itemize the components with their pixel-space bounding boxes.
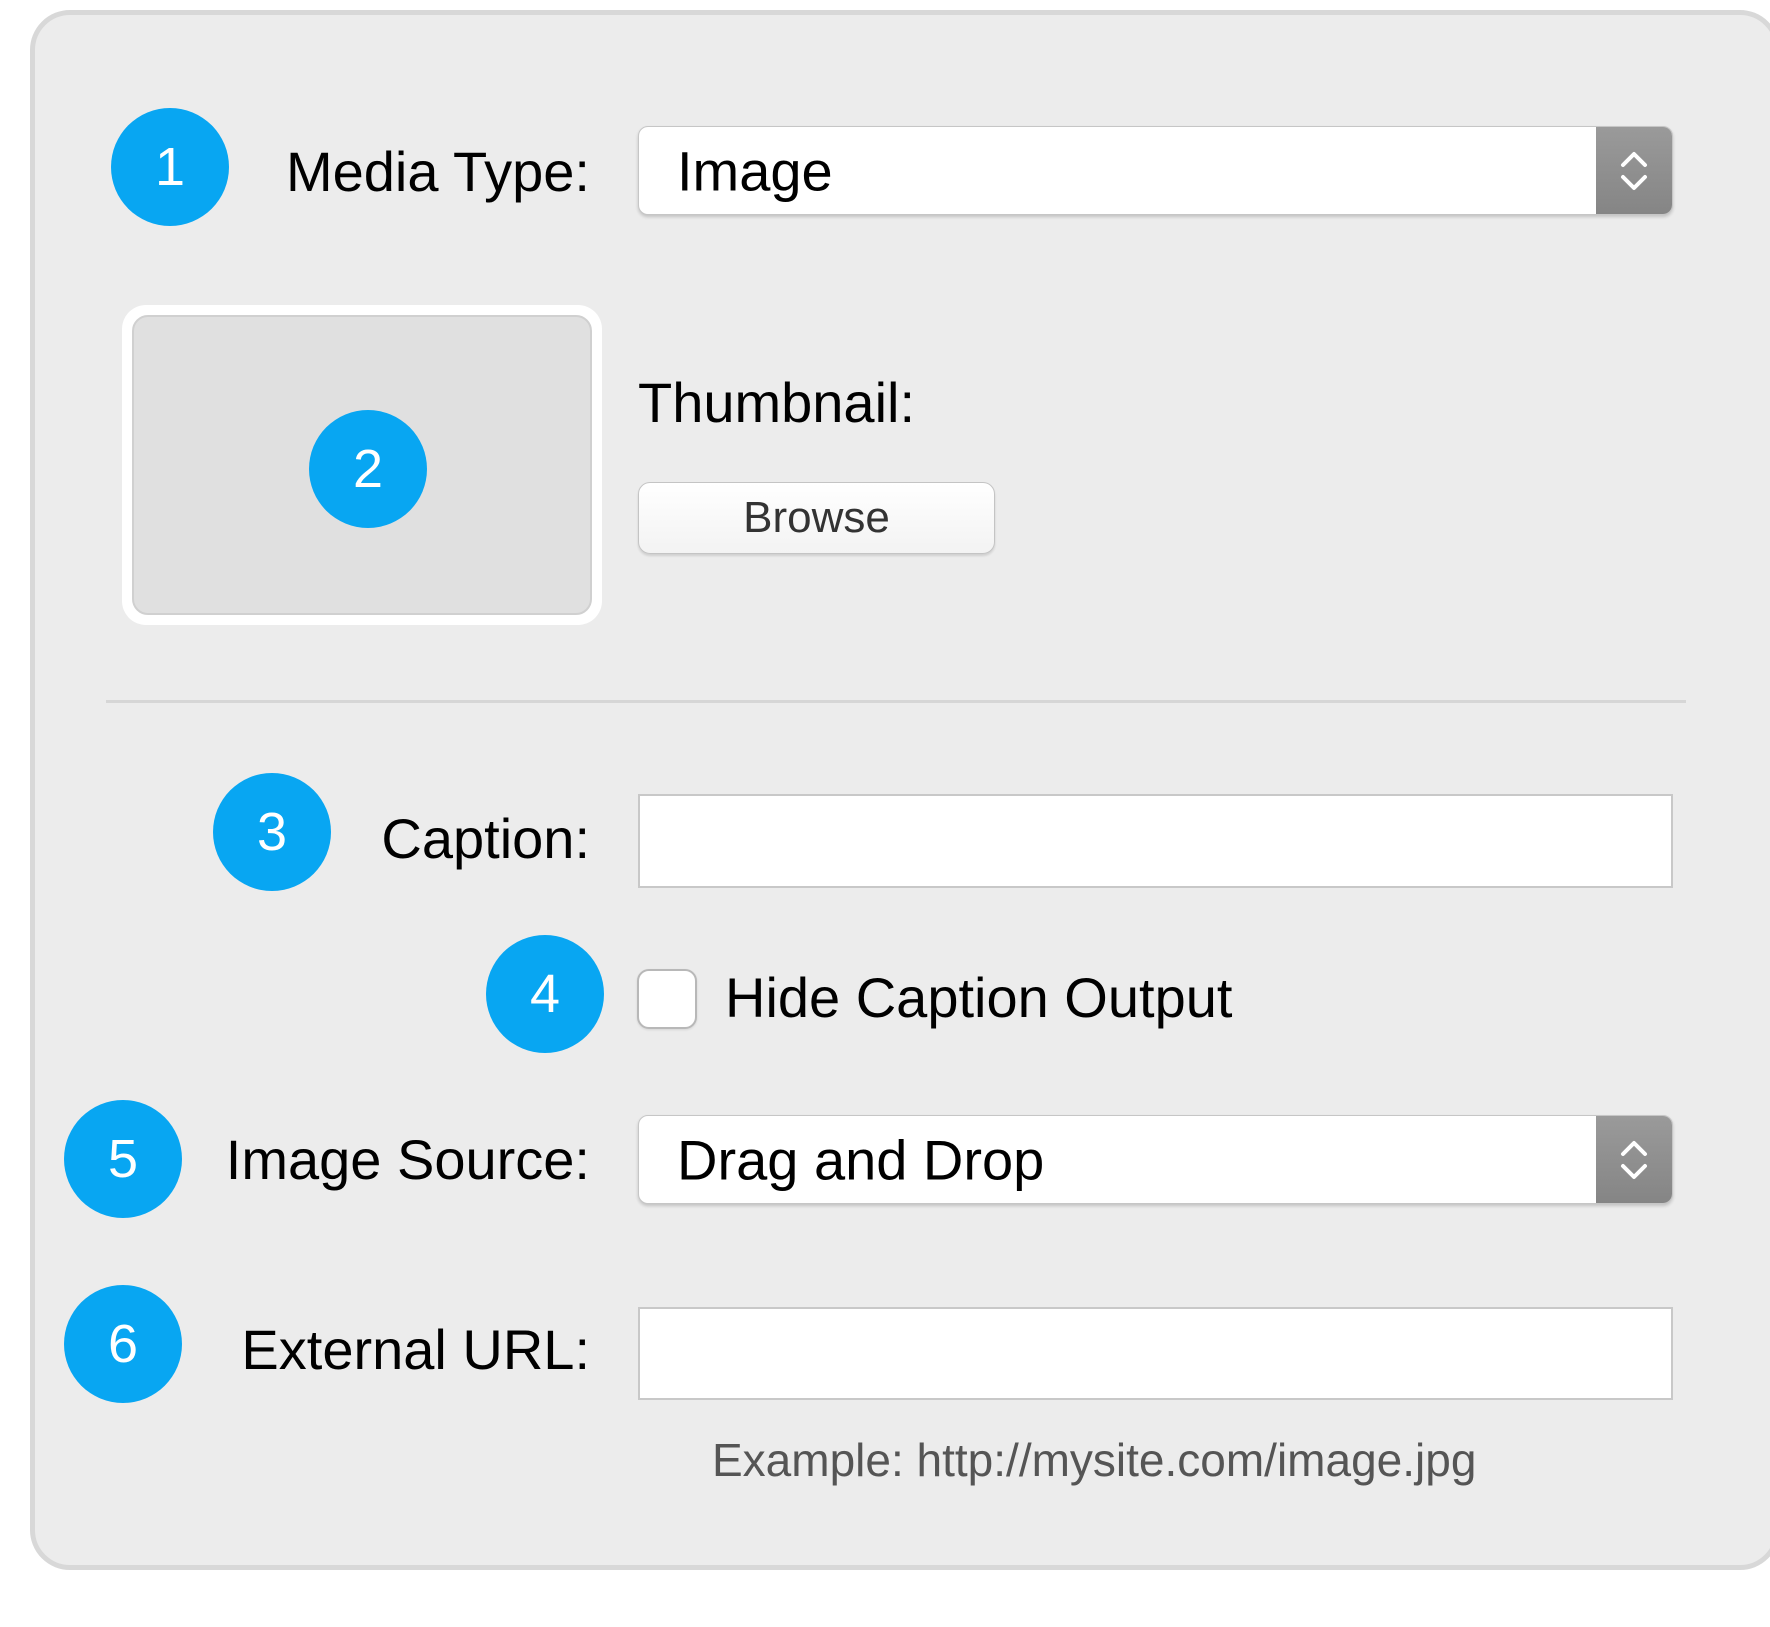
callout-badge-4: 4 (486, 935, 604, 1053)
callout-badge-5: 5 (64, 1100, 182, 1218)
external-url-label: External URL: (241, 1318, 590, 1381)
thumbnail-label: Thumbnail: (638, 371, 916, 434)
caption-input[interactable] (638, 794, 1673, 888)
image-source-popup[interactable]: Drag and Drop (638, 1115, 1673, 1204)
caption-label: Caption: (381, 807, 590, 870)
media-type-label: Media Type: (285, 140, 590, 203)
external-url-input[interactable] (638, 1307, 1673, 1400)
image-source-value: Drag and Drop (677, 1128, 1045, 1191)
media-type-popup[interactable]: Image (638, 126, 1673, 215)
callout-badge-6: 6 (64, 1285, 182, 1403)
hide-caption-label: Hide Caption Output (725, 966, 1233, 1029)
callout-badge-2: 2 (309, 410, 427, 528)
section-divider (106, 700, 1686, 703)
external-url-hint: Example: http://mysite.com/image.jpg (712, 1434, 1477, 1486)
up-down-chevron-icon (1596, 127, 1672, 214)
hide-caption-checkbox[interactable] (637, 969, 697, 1029)
image-source-label: Image Source: (225, 1128, 590, 1191)
browse-button[interactable]: Browse (638, 482, 995, 554)
up-down-chevron-icon (1596, 1116, 1672, 1203)
media-type-value: Image (677, 139, 833, 202)
